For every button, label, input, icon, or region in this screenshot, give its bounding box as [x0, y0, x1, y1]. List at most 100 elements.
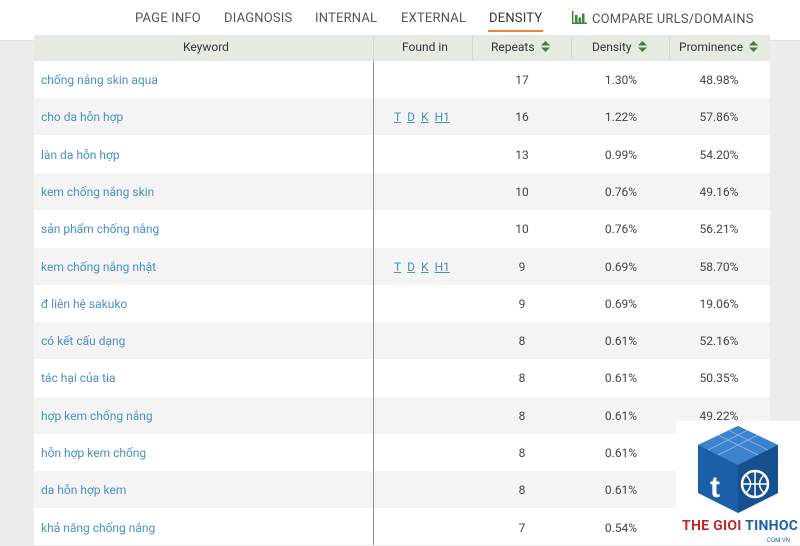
header-density-label: Density — [592, 40, 632, 54]
density-value: 1.30% — [604, 73, 638, 87]
tab-internal[interactable]: INTERNAL — [315, 11, 377, 26]
keyword-link[interactable]: sản phẩm chống nắng — [41, 222, 159, 236]
repeats-value: 8 — [518, 446, 526, 460]
header-repeats[interactable]: Repeats — [491, 40, 550, 54]
table-row: khả năng chống nắng 7 0.54% — [34, 509, 770, 546]
found-in-tag[interactable]: T — [394, 260, 401, 274]
keyword-link[interactable]: làn da hỗn hợp — [41, 148, 120, 162]
density-table: Keyword Found in Repeats Density Promine… — [34, 35, 770, 545]
header-repeats-label: Repeats — [491, 40, 535, 54]
repeats-value: 8 — [518, 408, 526, 423]
found-in-tag[interactable]: K — [421, 110, 429, 124]
repeats-value: 9 — [518, 259, 526, 274]
tgth-logo-icon: t — [698, 426, 778, 513]
found-in-tag[interactable]: K — [421, 260, 429, 274]
table-row: có kết cấu dạng 8 0.61% 52.16% — [34, 322, 770, 360]
prominence-value: 48.98% — [699, 73, 739, 87]
density-value: 0.76% — [604, 222, 638, 237]
keyword-link[interactable]: hỗn hợp kem chống — [41, 446, 146, 460]
keyword-link[interactable]: đ liên hệ sakuko — [41, 297, 127, 311]
watermark-brand: THE GIOI TINHOC — [682, 518, 799, 534]
keyword-link[interactable]: tác hại của tia — [41, 371, 116, 385]
found-in-tags: T D K H1 — [394, 260, 456, 274]
found-in-tag[interactable]: H1 — [435, 110, 450, 124]
prominence-value: 56.21% — [699, 222, 739, 237]
tab-external[interactable]: EXTERNAL — [401, 11, 466, 26]
density-value: 0.61% — [604, 483, 638, 498]
density-value: 0.61% — [604, 446, 638, 460]
table-row: da hỗn hợp kem 8 0.61% — [34, 471, 770, 509]
repeats-value: 16 — [515, 110, 529, 125]
prominence-value: 52.16% — [699, 334, 739, 349]
watermark-logo: t THE GIOI TINHOC .COM.VN — [676, 421, 800, 545]
svg-text:t: t — [710, 471, 720, 504]
table-row: kem chống nắng nhật T D K H1 9 0.69% 58.70% — [34, 247, 770, 285]
tab-compare[interactable]: COMPARE URLS/DOMAINS — [572, 11, 754, 27]
header-prominence[interactable]: Prominence — [679, 40, 759, 54]
found-in-tag[interactable]: T — [394, 110, 401, 124]
table-row: đ liên hệ sakuko 9 0.69% 19.06% — [34, 285, 770, 322]
header-divider — [373, 35, 374, 61]
tab-density[interactable]: DENSITY — [487, 11, 544, 32]
prominence-value: 57.86% — [699, 110, 739, 125]
repeats-value: 8 — [518, 334, 526, 349]
header-keyword[interactable]: Keyword — [183, 40, 229, 54]
repeats-value: 7 — [518, 520, 526, 535]
header-divider — [472, 35, 473, 61]
keyword-link[interactable]: hợp kem chống nắng — [41, 409, 153, 423]
density-value: 1.22% — [604, 110, 638, 125]
found-in-tag[interactable]: H1 — [435, 260, 450, 274]
density-value: 0.76% — [604, 184, 638, 199]
found-in-tag[interactable]: D — [407, 260, 415, 274]
table-row: kem chống nắng skin 10 0.76% 49.16% — [34, 172, 770, 210]
repeats-value: 17 — [515, 73, 529, 87]
repeats-value: 9 — [518, 296, 526, 311]
density-value: 0.69% — [604, 296, 638, 311]
density-value: 0.69% — [604, 259, 638, 274]
keyword-link[interactable]: da hỗn hợp kem — [41, 483, 126, 497]
density-value: 0.54% — [604, 520, 638, 535]
header-found-in[interactable]: Found in — [402, 40, 448, 54]
header-density[interactable]: Density — [592, 40, 647, 54]
tab-compare-label: COMPARE URLS/DOMAINS — [592, 12, 754, 27]
header-prominence-label: Prominence — [679, 40, 744, 54]
column-divider — [373, 61, 374, 545]
tab-diagnosis[interactable]: DIAGNOSIS — [224, 11, 292, 26]
sort-icon[interactable] — [749, 41, 759, 52]
density-value: 0.99% — [604, 147, 638, 162]
density-value: 0.61% — [604, 334, 638, 349]
watermark-domain: .COM.VN — [765, 537, 790, 544]
keyword-link[interactable]: có kết cấu dạng — [41, 334, 125, 348]
bar-chart-icon — [572, 11, 587, 24]
table-row: tác hại của tia 8 0.61% 50.35% — [34, 359, 770, 396]
found-in-tags: T D K H1 — [394, 110, 456, 124]
keyword-link[interactable]: kem chống nắng nhật — [41, 260, 156, 274]
density-value: 0.61% — [604, 371, 638, 386]
repeats-value: 10 — [515, 222, 529, 237]
prominence-value: 19.06% — [699, 296, 739, 311]
density-value: 0.61% — [604, 408, 638, 423]
repeats-value: 10 — [515, 184, 529, 199]
tab-page-info[interactable]: PAGE INFO — [135, 11, 201, 26]
table-row: chống nắng skin aqua 17 1.30% 48.98% — [34, 61, 770, 98]
found-in-tag[interactable]: D — [407, 110, 415, 124]
sort-icon[interactable] — [540, 41, 550, 52]
prominence-value: 49.16% — [699, 184, 739, 199]
table-row: sản phẩm chống nắng 10 0.76% 56.21% — [34, 210, 770, 247]
header-divider — [669, 35, 670, 61]
keyword-link[interactable]: chống nắng skin aqua — [41, 73, 158, 87]
keyword-link[interactable]: kem chống nắng skin — [41, 185, 154, 199]
table-header: Keyword Found in Repeats Density Promine… — [34, 35, 770, 61]
prominence-value: 58.70% — [699, 259, 739, 274]
keyword-link[interactable]: cho da hỗn hợp — [41, 110, 123, 124]
sort-icon[interactable] — [637, 41, 647, 52]
repeats-value: 8 — [518, 371, 526, 386]
keyword-link[interactable]: khả năng chống nắng — [41, 521, 155, 535]
table-row: làn da hỗn hợp 13 0.99% 54.20% — [34, 136, 770, 173]
header-divider — [571, 35, 572, 61]
prominence-value: 50.35% — [699, 371, 739, 386]
table-row: hợp kem chống nắng 8 0.61% 49.22% — [34, 396, 770, 434]
repeats-value: 8 — [518, 483, 526, 498]
table-row: hỗn hợp kem chống 8 0.61% — [34, 434, 770, 471]
prominence-value: 54.20% — [699, 147, 739, 162]
